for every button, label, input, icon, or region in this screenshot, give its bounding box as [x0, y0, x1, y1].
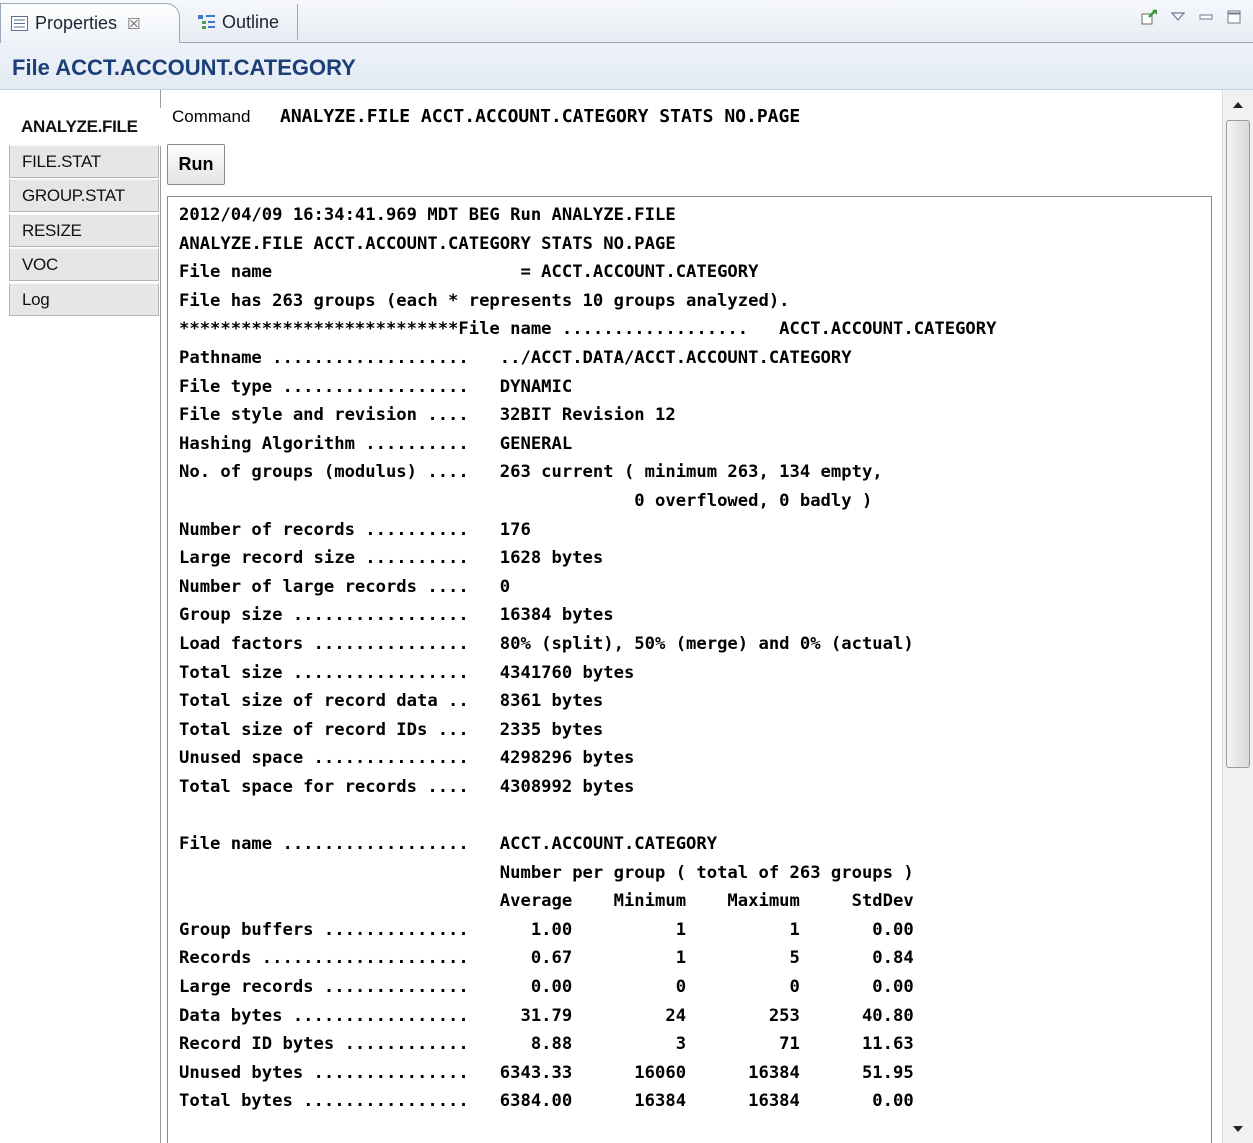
output-text-area[interactable]: 2012/04/09 16:34:41.969 MDT BEG Run ANAL…	[167, 196, 1212, 1143]
outline-icon	[198, 14, 215, 30]
view-menu-icon[interactable]	[1169, 8, 1187, 26]
page-title-bar: File ACCT.ACCOUNT.CATEGORY	[0, 43, 1253, 90]
scroll-up-icon[interactable]	[1229, 96, 1247, 114]
view-tab-bar: Properties ☒ Outline	[0, 0, 1253, 43]
vertical-scrollbar[interactable]	[1222, 90, 1253, 1143]
side-tab-analyze-file[interactable]: ANALYZE.FILE	[9, 108, 161, 146]
output-text: 2012/04/09 16:34:41.969 MDT BEG Run ANAL…	[179, 205, 997, 1112]
tab-properties[interactable]: Properties ☒	[0, 3, 180, 43]
side-tab-log[interactable]: Log	[9, 283, 159, 316]
side-tab-panel: ANALYZE.FILE FILE.STAT GROUP.STAT RESIZE…	[0, 90, 161, 1143]
tab-outline[interactable]: Outline	[190, 4, 298, 40]
command-label: Command	[172, 107, 251, 126]
scroll-down-icon[interactable]	[1229, 1120, 1247, 1138]
tab-outline-label: Outline	[222, 11, 280, 32]
pin-icon[interactable]	[1141, 8, 1159, 26]
side-tab-voc[interactable]: VOC	[9, 248, 159, 281]
scrollbar-thumb[interactable]	[1226, 120, 1250, 768]
tab-properties-label: Properties	[35, 13, 118, 33]
side-tab-file-stat[interactable]: FILE.STAT	[9, 145, 159, 178]
page-title: File ACCT.ACCOUNT.CATEGORY	[12, 55, 356, 80]
close-icon[interactable]: ☒	[127, 15, 140, 33]
maximize-icon[interactable]	[1225, 8, 1243, 26]
properties-icon	[11, 16, 28, 31]
minimize-icon[interactable]	[1197, 8, 1215, 26]
side-tab-group-stat[interactable]: GROUP.STAT	[9, 179, 159, 212]
command-value[interactable]: ANALYZE.FILE ACCT.ACCOUNT.CATEGORY STATS…	[280, 106, 800, 127]
side-tab-resize[interactable]: RESIZE	[9, 214, 159, 247]
run-button[interactable]: Run	[167, 144, 225, 185]
